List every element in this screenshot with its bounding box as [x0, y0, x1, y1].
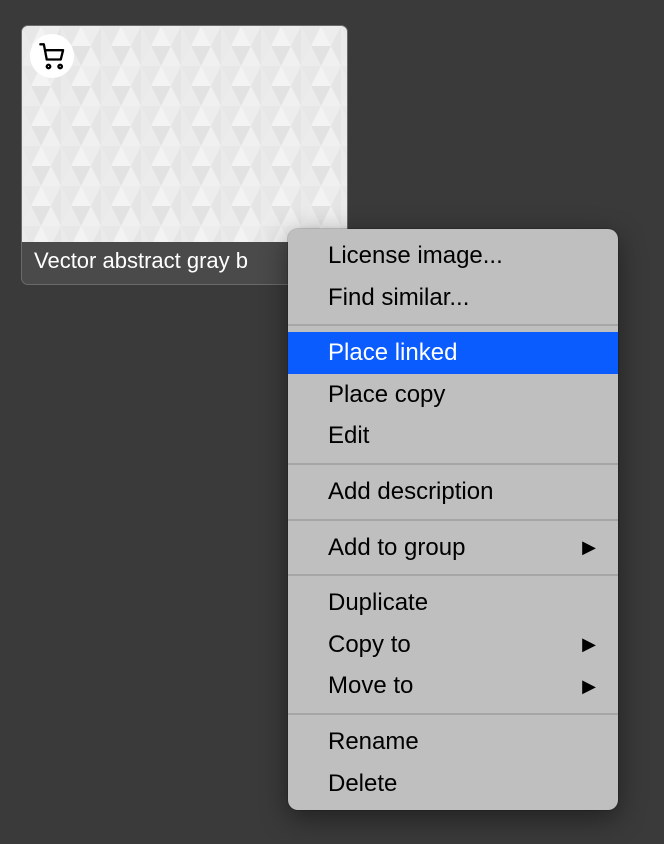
- menu-edit[interactable]: Edit: [288, 415, 618, 457]
- menu-item-label: Add description: [328, 475, 493, 509]
- thumbnail-image[interactable]: [22, 26, 347, 242]
- menu-item-label: Edit: [328, 419, 369, 453]
- menu-item-label: Place copy: [328, 378, 445, 412]
- menu-license-image[interactable]: License image...: [288, 235, 618, 277]
- context-menu[interactable]: License image... Find similar... Place lin…: [288, 229, 618, 810]
- menu-item-label: Move to: [328, 669, 413, 703]
- shopping-cart-icon: [30, 34, 74, 78]
- menu-add-to-group[interactable]: Add to group ▶: [288, 527, 618, 569]
- menu-delete[interactable]: Delete: [288, 763, 618, 805]
- menu-find-similar[interactable]: Find similar...: [288, 277, 618, 319]
- menu-copy-to[interactable]: Copy to ▶: [288, 624, 618, 666]
- menu-separator: [288, 519, 618, 521]
- menu-separator: [288, 463, 618, 465]
- submenu-arrow-icon: ▶: [582, 632, 596, 657]
- menu-item-label: Place linked: [328, 336, 457, 370]
- menu-add-description[interactable]: Add description: [288, 471, 618, 513]
- menu-item-label: Delete: [328, 767, 397, 801]
- menu-separator: [288, 324, 618, 326]
- menu-item-label: License image...: [328, 239, 503, 273]
- menu-separator: [288, 713, 618, 715]
- menu-item-label: Duplicate: [328, 586, 428, 620]
- menu-move-to[interactable]: Move to ▶: [288, 665, 618, 707]
- menu-item-label: Copy to: [328, 628, 411, 662]
- menu-rename[interactable]: Rename: [288, 721, 618, 763]
- menu-item-label: Find similar...: [328, 281, 469, 315]
- menu-duplicate[interactable]: Duplicate: [288, 582, 618, 624]
- menu-place-linked[interactable]: Place linked: [288, 332, 618, 374]
- submenu-arrow-icon: ▶: [582, 535, 596, 560]
- menu-item-label: Rename: [328, 725, 419, 759]
- submenu-arrow-icon: ▶: [582, 674, 596, 699]
- menu-place-copy[interactable]: Place copy: [288, 374, 618, 416]
- menu-item-label: Add to group: [328, 531, 465, 565]
- menu-separator: [288, 574, 618, 576]
